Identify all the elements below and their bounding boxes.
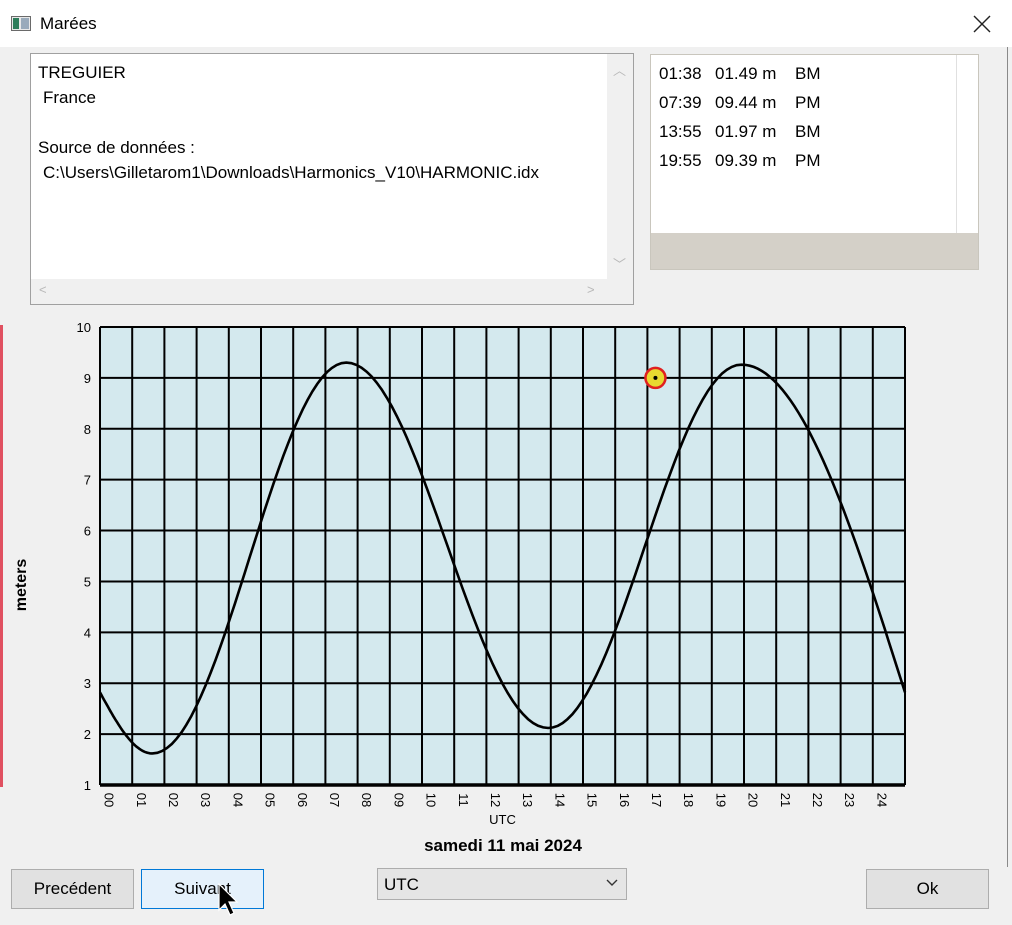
y-tick-label: 2: [84, 727, 91, 742]
y-tick-label: 7: [84, 473, 91, 488]
x-tick-label: 13: [520, 793, 535, 807]
current-position-marker-center: [653, 375, 658, 380]
x-tick-label: 08: [359, 793, 374, 807]
x-tick-label: 20: [746, 793, 761, 807]
x-tick-label: 07: [327, 793, 342, 807]
x-tick-label: 01: [134, 793, 149, 807]
timezone-value: UTC: [384, 875, 419, 894]
tide-chart: 1098765432100 01 02 03 04 05 06 07 08 09 10 11 12 13 1…: [77, 320, 907, 827]
x-tick-label: 00: [102, 793, 117, 807]
x-tick-label: 03: [198, 793, 213, 807]
y-tick-label: 8: [84, 422, 91, 437]
x-axis-title: UTC: [489, 812, 516, 827]
x-tick-label: 04: [230, 793, 245, 807]
y-tick-label: 1: [84, 778, 91, 793]
mouse-cursor-icon: [218, 883, 239, 916]
x-tick-label: 10: [424, 793, 439, 807]
x-tick-label: 19: [713, 793, 728, 807]
x-tick-label: 05: [263, 793, 278, 807]
x-tick-label: 02: [166, 793, 181, 807]
x-tick-label: 21: [778, 793, 793, 807]
x-tick-label: 12: [488, 793, 503, 807]
previous-button[interactable]: Precédent: [11, 869, 134, 909]
x-tick-label: 24: [874, 793, 889, 807]
y-tick-label: 6: [84, 524, 91, 539]
x-tick-label: 18: [681, 793, 696, 807]
y-tick-label: 10: [77, 320, 91, 335]
plot-area: [100, 327, 905, 785]
y-tick-label: 9: [84, 371, 91, 386]
x-tick-label: 17: [649, 793, 664, 807]
x-tick-label: 16: [617, 793, 632, 807]
y-tick-label: 3: [84, 676, 91, 691]
x-tick-label: 22: [810, 793, 825, 807]
x-tick-label: 09: [391, 793, 406, 807]
x-tick-label: 23: [842, 793, 857, 807]
x-tick-label: 06: [295, 793, 310, 807]
x-tick-label: 15: [585, 793, 600, 807]
x-tick-label: 11: [456, 793, 471, 807]
date-label: samedi 11 mai 2024: [424, 836, 582, 855]
timezone-select[interactable]: UTC: [377, 868, 627, 900]
chevron-down-icon: [606, 879, 618, 886]
y-tick-label: 5: [84, 574, 91, 589]
ok-button[interactable]: Ok: [866, 869, 989, 909]
next-button[interactable]: Suivant: [141, 869, 264, 909]
x-tick-label: 14: [552, 793, 567, 807]
y-tick-label: 4: [84, 625, 91, 640]
